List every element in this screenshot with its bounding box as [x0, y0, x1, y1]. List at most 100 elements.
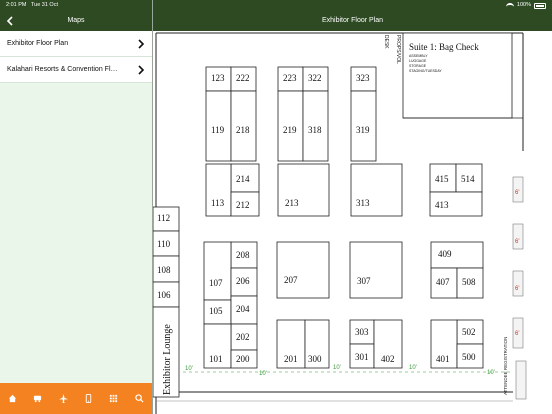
bus-icon: [34, 395, 42, 403]
booth-label: 407: [436, 277, 450, 287]
booth-label: 101: [209, 354, 223, 364]
booth-label: 214: [236, 174, 250, 184]
booth-label: 206: [236, 276, 250, 286]
status-date: Tue 31 Oct: [30, 2, 58, 8]
booth-label: 201: [284, 354, 298, 364]
suite-title: Suite 1: Bag Check: [409, 42, 479, 52]
booth-label: 108: [157, 265, 171, 275]
booth-label: 200: [236, 354, 250, 364]
dimension-label: 10': [333, 365, 341, 371]
chevron-right-icon: [138, 65, 145, 75]
status-clock: 2:01 PM: [6, 2, 27, 8]
wifi-icon: [505, 2, 514, 9]
tab-travel[interactable]: [51, 383, 76, 414]
booth-label: 415: [435, 174, 449, 184]
booth-113[interactable]: [205, 163, 232, 217]
grid-icon: [110, 394, 118, 403]
dimension-label: 10': [487, 370, 495, 376]
tab-contact[interactable]: [76, 383, 101, 414]
booth-label: 319: [356, 125, 370, 135]
side-booth-column: 112 110 108 106 Exhibitor Lounge: [153, 206, 180, 398]
suite-line: STORAGE: [409, 64, 427, 68]
booth-label: 323: [356, 73, 370, 83]
battery-icon: [534, 2, 546, 9]
attendee-registration-area: [515, 360, 527, 400]
booth-label: 106: [157, 290, 171, 300]
booth-label: 318: [308, 125, 322, 135]
floorplan-nav-bar: Exhibitor Floor Plan: [153, 11, 552, 31]
plane-icon: [58, 394, 68, 403]
booth-label: 222: [236, 73, 250, 83]
dimension-label: 6': [515, 190, 519, 196]
suite-line: ASSEMBLY: [409, 54, 428, 58]
booth-label: 105: [209, 306, 223, 316]
props-label: PROPS/VOL: [395, 35, 401, 64]
booth-label: 212: [236, 200, 250, 210]
booth-label: 409: [438, 249, 452, 259]
booth-label: 107: [209, 278, 223, 288]
window: [512, 270, 524, 297]
booth-label: 313: [356, 198, 370, 208]
booth-label: 223: [283, 73, 297, 83]
bottom-tab-bar: [0, 383, 152, 414]
booth-307[interactable]: [349, 241, 403, 299]
home-icon: [9, 394, 17, 403]
desk-label: DESK: [383, 35, 389, 49]
booth-label: 112: [157, 213, 170, 223]
sidebar-item-kalahari-floor-plan[interactable]: Kalahari Resorts & Convention Fl…: [0, 57, 152, 83]
booth-label: 502: [462, 327, 476, 337]
phone-icon: [85, 394, 92, 403]
booth-label: 402: [381, 354, 395, 364]
booth-label: 303: [355, 327, 369, 337]
booth-label: 119: [211, 125, 225, 135]
maps-nav-bar: Maps: [0, 11, 152, 31]
booth-313[interactable]: [350, 163, 403, 217]
attendee-registration-label: ATTENDEE REGISTRATION: [503, 337, 508, 395]
booth-label: 218: [236, 125, 250, 135]
sidebar-item-label: Exhibitor Floor Plan: [7, 40, 69, 47]
window: [512, 223, 524, 250]
booth-label: 202: [236, 332, 250, 342]
search-icon: [135, 394, 144, 403]
dimension-label: 6': [515, 239, 519, 245]
status-bar: 2:01 PM Tue 31 Oct 100%: [0, 0, 552, 11]
booth-label: 300: [308, 354, 322, 364]
booth-label: 207: [284, 275, 298, 285]
tab-menu[interactable]: [101, 383, 126, 414]
lounge-label: Exhibitor Lounge: [162, 324, 173, 395]
booth-label: 204: [236, 304, 250, 314]
dimension-label: 10': [185, 366, 193, 372]
booth-213[interactable]: [277, 163, 330, 217]
floor-plan-map[interactable]: DESK PROPS/VOL Suite 1: Bag Check ASSEMB…: [153, 31, 552, 414]
booth-label: 401: [436, 354, 450, 364]
booth-207[interactable]: [276, 241, 330, 299]
maps-title: Maps: [67, 17, 85, 24]
sidebar-item-exhibitor-floor-plan[interactable]: Exhibitor Floor Plan: [0, 31, 152, 57]
chevron-right-icon: [138, 39, 145, 49]
dimension-label: 6': [515, 331, 519, 337]
booth-label: 413: [435, 200, 449, 210]
suite-line: LUGGAGE: [409, 59, 427, 63]
booth-label: 508: [462, 277, 476, 287]
status-right: 100%: [505, 0, 546, 11]
booth-label: 123: [211, 73, 225, 83]
sidebar-item-label: Kalahari Resorts & Convention Fl…: [7, 66, 118, 73]
booth-label: 500: [462, 352, 476, 362]
dimension-label: 6': [515, 286, 519, 292]
floor-plan-drawing: DESK PROPS/VOL Suite 1: Bag Check ASSEMB…: [153, 32, 527, 414]
booth-label: 113: [211, 198, 225, 208]
booth-label: 322: [308, 73, 322, 83]
booth-label: 301: [355, 352, 369, 362]
booth-label: 219: [283, 125, 297, 135]
tab-home[interactable]: [0, 383, 25, 414]
tab-search[interactable]: [127, 383, 152, 414]
booth-label: 307: [357, 276, 371, 286]
status-time: 2:01 PM Tue 31 Oct: [6, 0, 58, 11]
booth-107[interactable]: [203, 241, 232, 301]
suite-line: STAGING/TUESDAY: [409, 69, 442, 73]
booth-label: 514: [461, 174, 475, 184]
tab-transport[interactable]: [25, 383, 50, 414]
dimension-label: 10': [409, 365, 417, 371]
floorplan-title: Exhibitor Floor Plan: [321, 17, 384, 24]
booth-label: 208: [236, 250, 250, 260]
